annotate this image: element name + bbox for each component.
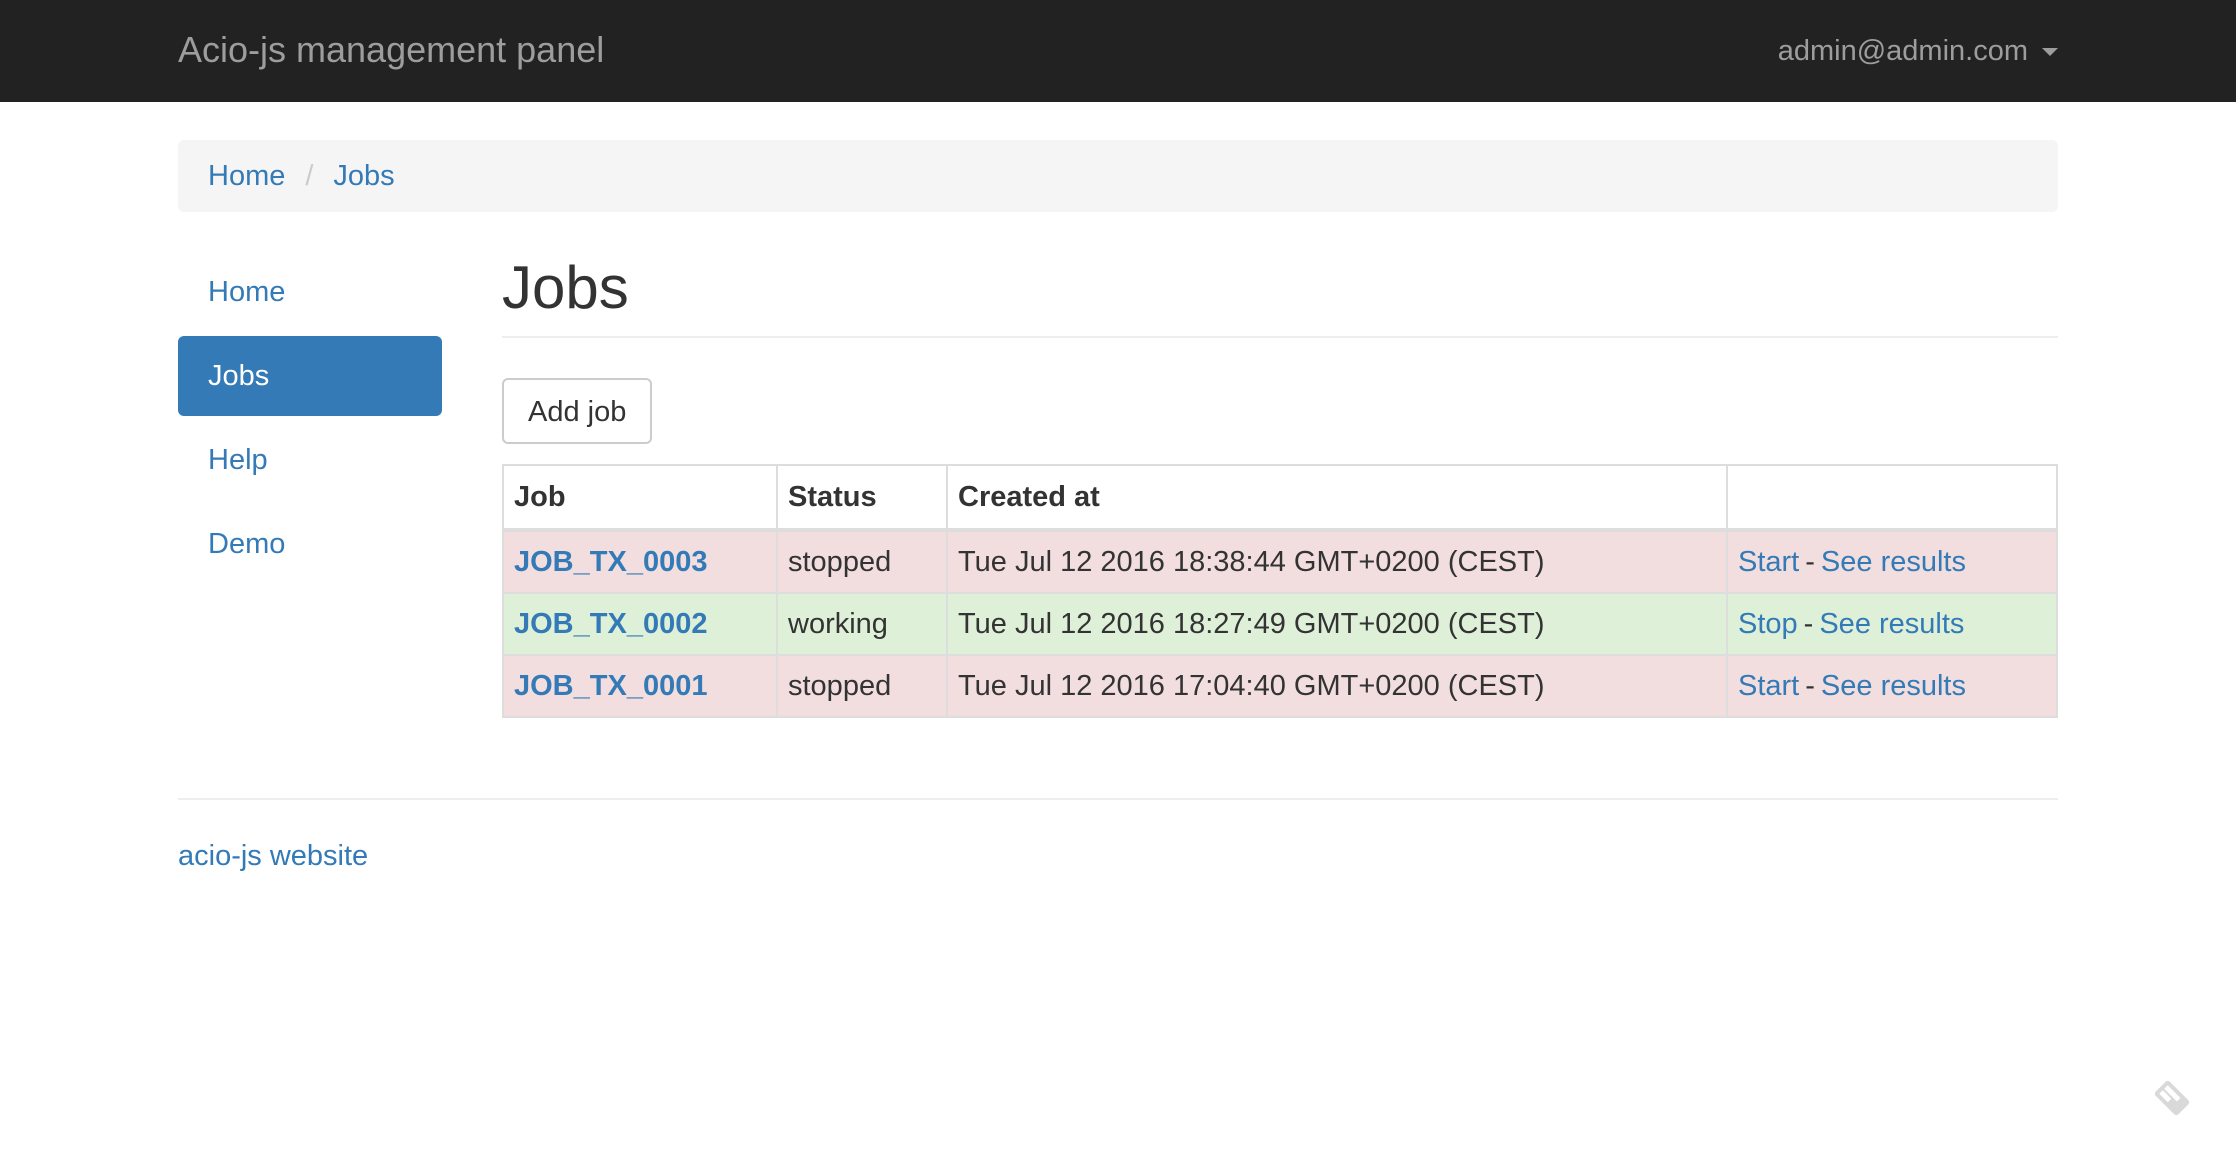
sidebar-item-home[interactable]: Home — [178, 252, 442, 332]
user-menu[interactable]: admin@admin.com — [1778, 0, 2058, 102]
breadcrumb: Home / Jobs — [178, 140, 2058, 212]
feedback-pencil-icon[interactable] — [2146, 1072, 2198, 1124]
sidebar-item-help[interactable]: Help — [178, 420, 442, 500]
footer-website-link[interactable]: acio-js website — [178, 840, 368, 873]
job-link[interactable]: JOB_TX_0002 — [514, 608, 707, 640]
sidebar-nav: Home Jobs Help Demo — [178, 252, 442, 588]
action-separator: - — [1803, 607, 1814, 640]
caret-down-icon[interactable] — [2042, 48, 2058, 56]
actions-cell: Start - See results — [1726, 654, 2058, 718]
action-separator: - — [1805, 545, 1815, 578]
table-header-row: Job Status Created at — [502, 464, 2058, 532]
column-header-actions — [1726, 464, 2058, 532]
actions-cell: Start - See results — [1726, 529, 2058, 594]
status-cell: stopped — [776, 529, 948, 594]
add-job-button[interactable]: Add job — [502, 378, 653, 444]
sidebar-item-demo[interactable]: Demo — [178, 504, 442, 584]
action-separator: - — [1805, 669, 1815, 702]
see-results-link[interactable]: See results — [1819, 608, 1964, 640]
page-title: Jobs — [502, 254, 629, 321]
job-link[interactable]: JOB_TX_0001 — [514, 670, 707, 702]
stop-job-link[interactable]: Stop — [1738, 608, 1798, 640]
job-cell: JOB_TX_0002 — [502, 592, 778, 656]
start-job-link[interactable]: Start — [1738, 670, 1799, 702]
see-results-link[interactable]: See results — [1821, 546, 1966, 578]
table-row: JOB_TX_0002 working Tue Jul 12 2016 18:2… — [502, 592, 2058, 656]
job-cell: JOB_TX_0003 — [502, 529, 778, 594]
column-header-job: Job — [502, 464, 778, 532]
table-row: JOB_TX_0001 stopped Tue Jul 12 2016 17:0… — [502, 654, 2058, 718]
column-header-created-at: Created at — [946, 464, 1728, 532]
main-content: Jobs Add job Job Status Created at JOB_T… — [502, 240, 2058, 718]
job-link[interactable]: JOB_TX_0003 — [514, 546, 707, 578]
actions-cell: Stop - See results — [1726, 592, 2058, 656]
title-divider — [502, 336, 2058, 338]
see-results-link[interactable]: See results — [1821, 670, 1966, 702]
sidebar-item-jobs[interactable]: Jobs — [178, 336, 442, 416]
footer-divider — [178, 798, 2058, 800]
jobs-table: Job Status Created at JOB_TX_0003 stoppe… — [502, 464, 2058, 718]
start-job-link[interactable]: Start — [1738, 546, 1799, 578]
breadcrumb-home[interactable]: Home — [208, 160, 285, 193]
created-at-cell: Tue Jul 12 2016 17:04:40 GMT+0200 (CEST) — [946, 654, 1728, 718]
top-navbar: Acio-js management panel admin@admin.com — [0, 0, 2236, 102]
created-at-cell: Tue Jul 12 2016 18:27:49 GMT+0200 (CEST) — [946, 592, 1728, 656]
table-row: JOB_TX_0003 stopped Tue Jul 12 2016 18:3… — [502, 529, 2058, 594]
status-cell: stopped — [776, 654, 948, 718]
column-header-status: Status — [776, 464, 948, 532]
created-at-cell: Tue Jul 12 2016 18:38:44 GMT+0200 (CEST) — [946, 529, 1728, 594]
job-cell: JOB_TX_0001 — [502, 654, 778, 718]
status-cell: working — [776, 592, 948, 656]
navbar-brand[interactable]: Acio-js management panel — [178, 0, 604, 102]
breadcrumb-separator: / — [305, 159, 314, 192]
user-email[interactable]: admin@admin.com — [1778, 1, 2028, 101]
breadcrumb-jobs[interactable]: Jobs — [333, 160, 394, 193]
